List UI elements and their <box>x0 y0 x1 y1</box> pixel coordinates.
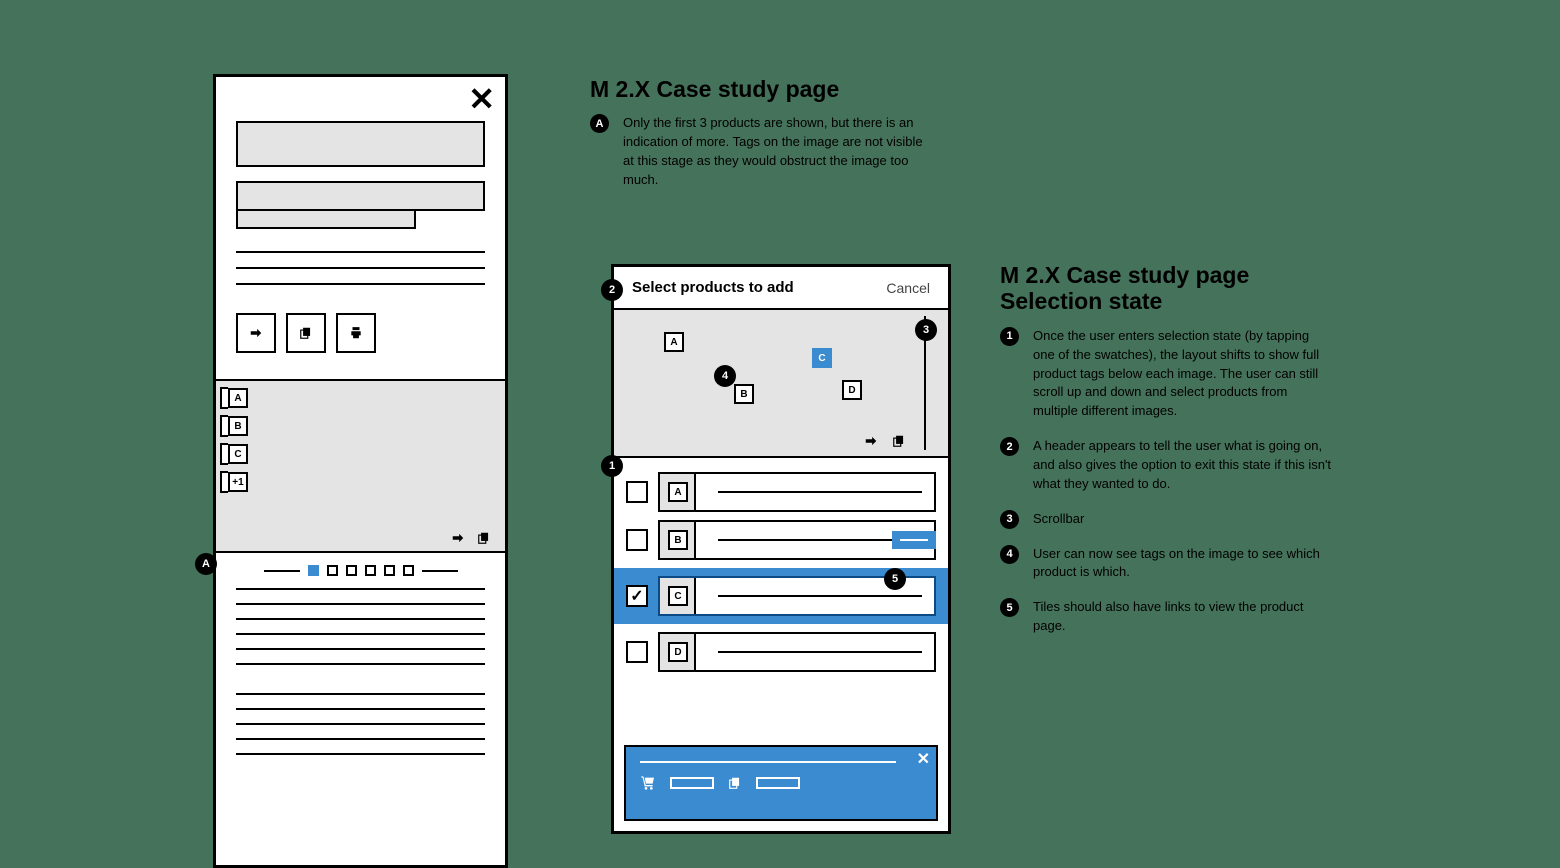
note-text: User can now see tags on the image to se… <box>1033 545 1333 583</box>
note-text: Only the first 3 products are shown, but… <box>623 114 923 189</box>
share-icon[interactable] <box>864 434 878 448</box>
close-icon[interactable]: ✕ <box>468 83 495 115</box>
row-letter: B <box>668 530 688 550</box>
tray-swatch[interactable] <box>756 777 800 789</box>
copy-button[interactable] <box>286 313 326 353</box>
image-tag-d[interactable]: D <box>842 380 862 400</box>
annotation-badge-1: 1 <box>601 455 623 477</box>
product-tag-more[interactable]: +1 <box>228 472 248 492</box>
wireframe-case-study-page: ✕ A B <box>213 74 508 868</box>
row-link-pill[interactable] <box>892 531 936 549</box>
copy-icon[interactable] <box>477 531 491 545</box>
copy-icon[interactable] <box>892 434 906 448</box>
note-badge: 5 <box>1000 598 1019 617</box>
text-line <box>236 603 485 605</box>
text-line <box>236 753 485 755</box>
note-5: 5 Tiles should also have links to view t… <box>1000 598 1333 636</box>
hero-image-placeholder <box>236 121 485 167</box>
checkbox[interactable] <box>626 529 648 551</box>
gallery-image <box>216 379 505 553</box>
note-badge: 3 <box>1000 510 1019 529</box>
note-3: 3 Scrollbar <box>1000 510 1333 529</box>
text-line <box>236 283 485 285</box>
text-line <box>236 738 485 740</box>
product-row-a[interactable]: A <box>626 472 936 512</box>
annotation-badge-a: A <box>195 553 217 575</box>
text-line <box>236 693 485 695</box>
annotations-column-2: M 2.X Case study page Selection state 1 … <box>1000 262 1333 652</box>
share-icon <box>249 326 263 340</box>
wireframe-selection-state: Select products to add Cancel A B C D A <box>611 264 951 834</box>
pagination-dots[interactable] <box>216 565 505 576</box>
tray-swatch[interactable] <box>670 777 714 789</box>
share-button[interactable] <box>236 313 276 353</box>
col2-heading: M 2.X Case study page Selection state <box>1000 262 1333 315</box>
selection-tray: ✕ <box>624 745 938 821</box>
row-letter: C <box>668 586 688 606</box>
image-tag-a[interactable]: A <box>664 332 684 352</box>
note-text: Once the user enters selection state (by… <box>1033 327 1333 421</box>
note-1: 1 Once the user enters selection state (… <box>1000 327 1333 421</box>
note-a: A Only the first 3 products are shown, b… <box>590 114 923 189</box>
col1-heading: M 2.X Case study page <box>590 76 923 102</box>
text-line <box>236 648 485 650</box>
note-2: 2 A header appears to tell the user what… <box>1000 437 1333 494</box>
product-tag-c[interactable]: C <box>228 444 248 464</box>
note-badge: 2 <box>1000 437 1019 456</box>
checkbox-checked[interactable] <box>626 585 648 607</box>
action-button-row <box>236 313 485 353</box>
copy-icon[interactable] <box>728 776 742 790</box>
row-letter: D <box>668 642 688 662</box>
annotation-badge-5: 5 <box>884 568 906 590</box>
text-line <box>236 708 485 710</box>
annotation-badge-2: 2 <box>601 279 623 301</box>
text-line <box>236 267 485 269</box>
text-line <box>236 618 485 620</box>
selection-header-title: Select products to add <box>632 279 794 296</box>
image-tag-b[interactable]: B <box>734 384 754 404</box>
text-line <box>236 663 485 665</box>
tray-close-icon[interactable]: ✕ <box>917 749 930 769</box>
text-line <box>236 633 485 635</box>
copy-icon <box>299 326 313 340</box>
product-row-b[interactable]: B <box>626 520 936 560</box>
checkbox[interactable] <box>626 641 648 663</box>
annotation-badge-4: 4 <box>714 365 736 387</box>
text-line <box>236 588 485 590</box>
cancel-button[interactable]: Cancel <box>886 280 930 296</box>
note-text: Tiles should also have links to view the… <box>1033 598 1333 636</box>
selection-header: Select products to add Cancel <box>614 267 948 310</box>
print-button[interactable] <box>336 313 376 353</box>
selection-image-area: A B C D <box>614 310 948 458</box>
product-row-d[interactable]: D <box>626 632 936 672</box>
annotation-badge-3: 3 <box>915 319 937 341</box>
annotations-column-1: M 2.X Case study page A Only the first 3… <box>590 76 923 206</box>
note-badge: 1 <box>1000 327 1019 346</box>
image-tag-c-selected[interactable]: C <box>812 348 832 368</box>
note-badge: A <box>590 114 609 133</box>
text-line <box>236 251 485 253</box>
note-text: A header appears to tell the user what i… <box>1033 437 1333 494</box>
cart-icon[interactable] <box>640 775 656 791</box>
print-icon <box>349 326 363 340</box>
subhero-block <box>236 181 485 229</box>
checkbox[interactable] <box>626 481 648 503</box>
note-text: Scrollbar <box>1033 510 1084 529</box>
product-tag-a[interactable]: A <box>228 388 248 408</box>
text-line <box>236 723 485 725</box>
tray-title-line <box>640 761 896 763</box>
product-tag-b[interactable]: B <box>228 416 248 436</box>
share-icon[interactable] <box>451 531 465 545</box>
row-letter: A <box>668 482 688 502</box>
note-4: 4 User can now see tags on the image to … <box>1000 545 1333 583</box>
note-badge: 4 <box>1000 545 1019 564</box>
